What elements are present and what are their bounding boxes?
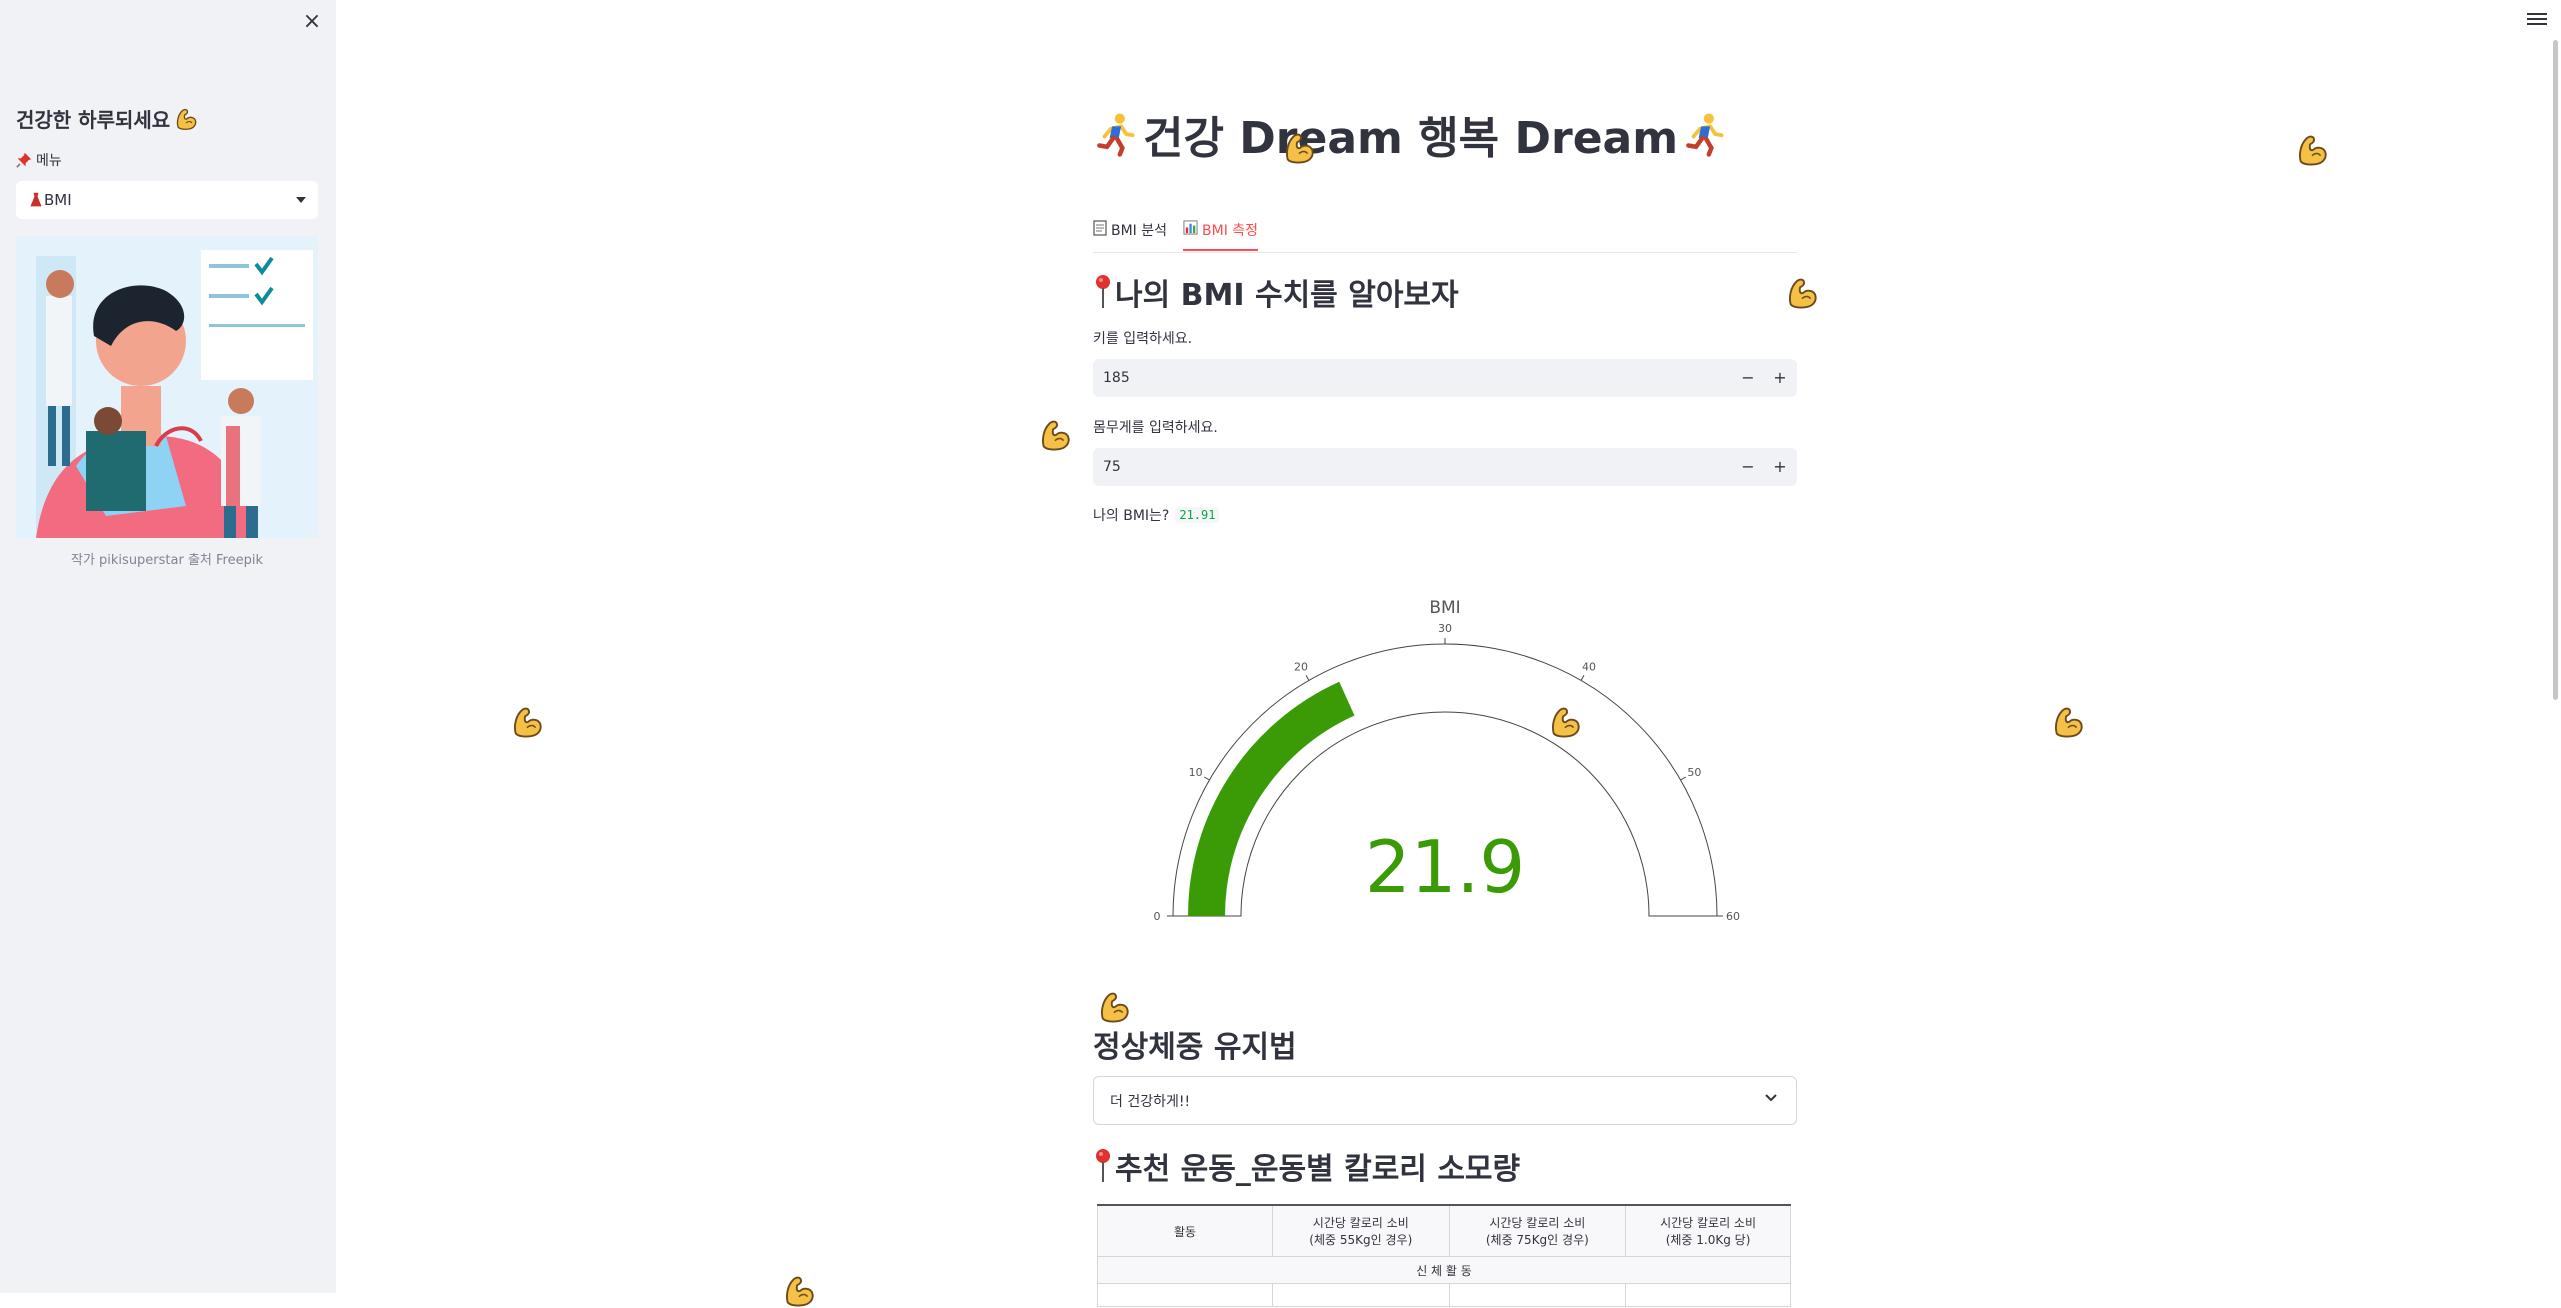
table-header-row: 활동 시간당 칼로리 소비 (체중 55Kg인 경우) 시간당 칼로리 소비 (체중… bbox=[1097, 1204, 1791, 1257]
weight-label: 몸무게를 입력하세요. bbox=[1093, 420, 1218, 436]
gauge-title: BMI bbox=[1429, 598, 1460, 618]
gauge-tick bbox=[1680, 776, 1687, 781]
page-scrollbar[interactable] bbox=[2553, 40, 2558, 700]
bar-chart-icon bbox=[1183, 220, 1198, 235]
gauge-tick bbox=[1203, 776, 1210, 781]
page-icon bbox=[1093, 220, 1107, 236]
bmi-result-value: 21.91 bbox=[1175, 507, 1220, 523]
close-sidebar-button[interactable]: × bbox=[298, 8, 326, 36]
menu-label-text: 메뉴 bbox=[36, 153, 62, 169]
gauge-tick bbox=[1580, 674, 1585, 681]
page-title-text: 건강 Dream 행복 Dream bbox=[1143, 113, 1679, 164]
table-section-row: 신 체 활 동 bbox=[1097, 1256, 1791, 1284]
gauge-tick bbox=[1305, 674, 1310, 681]
page-title: 건강 Dream 행복 Dream bbox=[1093, 102, 1728, 166]
flexed-biceps-icon bbox=[1282, 131, 1316, 165]
bmi-result-label: 나의 BMI는? bbox=[1093, 508, 1170, 524]
table-header-cell: 시간당 칼로리 소비 (체중 1.0Kg 당) bbox=[1625, 1204, 1791, 1257]
height-label: 키를 입력하세요. bbox=[1093, 331, 1193, 347]
maintain-heading: 정상체중 유지법 bbox=[1093, 1022, 1297, 1066]
round-pushpin-icon bbox=[1093, 274, 1113, 310]
gauge-tick-label: 0 bbox=[1154, 910, 1161, 923]
bmi-heading-text: 나의 BMI 수치를 알아보자 bbox=[1115, 278, 1459, 313]
sidebar-illustration bbox=[16, 236, 318, 538]
height-input[interactable]: 185 − + bbox=[1093, 359, 1797, 397]
table-header-cell: 시간당 칼로리 소비 (체중 55Kg인 경우) bbox=[1272, 1204, 1450, 1257]
running-person-icon bbox=[1682, 111, 1728, 157]
table-header-cell: 활동 bbox=[1097, 1204, 1273, 1257]
flexed-biceps-icon bbox=[1097, 990, 1131, 1024]
tab-label: BMI 측정 bbox=[1202, 223, 1259, 239]
tab-label: BMI 분석 bbox=[1111, 223, 1168, 239]
flexed-biceps-icon bbox=[2295, 133, 2329, 167]
weight-input-value: 75 bbox=[1103, 459, 1121, 475]
height-decrement-button[interactable]: − bbox=[1733, 359, 1763, 397]
menu-select[interactable]: BMI bbox=[16, 181, 318, 219]
gauge-value: 21.9 bbox=[1365, 825, 1525, 909]
tips-expander[interactable]: 더 건강하게!! bbox=[1093, 1076, 1797, 1125]
flexed-biceps-icon bbox=[1785, 276, 1819, 310]
bmi-result: 나의 BMI는? 21.91 bbox=[1093, 505, 1220, 525]
table-header-cell: 시간당 칼로리 소비 (체중 75Kg인 경우) bbox=[1448, 1204, 1627, 1257]
calorie-table: 활동 시간당 칼로리 소비 (체중 55Kg인 경우) 시간당 칼로리 소비 (체중… bbox=[1097, 1204, 1791, 1307]
exercise-heading-text: 추천 운동_운동별 칼로리 소모량 bbox=[1115, 1152, 1521, 1187]
caret-down-icon bbox=[296, 197, 306, 203]
bmi-heading: 나의 BMI 수치를 알아보자 bbox=[1093, 270, 1459, 314]
tab-bar: BMI 분석 BMI 측정 bbox=[1093, 218, 1797, 253]
flexed-biceps-icon bbox=[1548, 705, 1582, 739]
flexed-biceps-icon bbox=[1038, 418, 1072, 452]
table-row bbox=[1097, 1283, 1791, 1307]
table-section-label: 신 체 활 동 bbox=[1097, 1256, 1791, 1284]
expander-label: 더 건강하게!! bbox=[1110, 1093, 1191, 1110]
pushpin-icon bbox=[16, 152, 32, 168]
gauge-tick-label: 30 bbox=[1438, 622, 1452, 635]
weight-increment-button[interactable]: + bbox=[1765, 448, 1795, 486]
gauge-tick-label: 40 bbox=[1582, 661, 1596, 674]
dress-icon bbox=[28, 192, 44, 208]
gauge-tick-label: 20 bbox=[1294, 661, 1308, 674]
exercise-heading: 추천 운동_운동별 칼로리 소모량 bbox=[1093, 1144, 1520, 1188]
running-person-icon bbox=[1093, 111, 1139, 157]
flexed-biceps-icon bbox=[782, 1274, 816, 1308]
main-menu-button[interactable] bbox=[2527, 10, 2547, 30]
gauge-tick-label: 50 bbox=[1687, 766, 1701, 779]
round-pushpin-icon bbox=[1093, 1148, 1113, 1184]
tab-bmi-measure[interactable]: BMI 측정 bbox=[1183, 218, 1259, 251]
weight-input[interactable]: 75 − + bbox=[1093, 448, 1797, 486]
gauge-tick-label: 60 bbox=[1726, 910, 1740, 923]
flexed-biceps-icon bbox=[2051, 705, 2085, 739]
height-increment-button[interactable]: + bbox=[1765, 359, 1795, 397]
gauge-tick-label: 10 bbox=[1189, 766, 1203, 779]
menu-select-value: BMI bbox=[44, 191, 72, 209]
flexed-biceps-icon bbox=[510, 705, 544, 739]
flexed-biceps-icon bbox=[174, 107, 198, 131]
height-input-value: 185 bbox=[1103, 370, 1130, 386]
weight-decrement-button[interactable]: − bbox=[1733, 448, 1763, 486]
sidebar: × 건강한 하루되세요 메뉴 BMI 작가 pikisuperstar 출처 F… bbox=[0, 0, 336, 1293]
chevron-down-icon bbox=[1765, 1094, 1777, 1102]
sidebar-title-text: 건강한 하루되세요 bbox=[16, 108, 171, 132]
sidebar-title: 건강한 하루되세요 bbox=[16, 104, 198, 133]
tab-bmi-analysis[interactable]: BMI 분석 bbox=[1093, 218, 1167, 251]
illustration-caption: 작가 pikisuperstar 출처 Freepik bbox=[70, 553, 263, 568]
menu-label: 메뉴 bbox=[16, 150, 62, 170]
maintain-heading-text: 정상체중 유지법 bbox=[1093, 1030, 1297, 1065]
bmi-gauge-chart: BMI 0 10 20 30 40 50 60 21.9 bbox=[1154, 598, 1741, 923]
